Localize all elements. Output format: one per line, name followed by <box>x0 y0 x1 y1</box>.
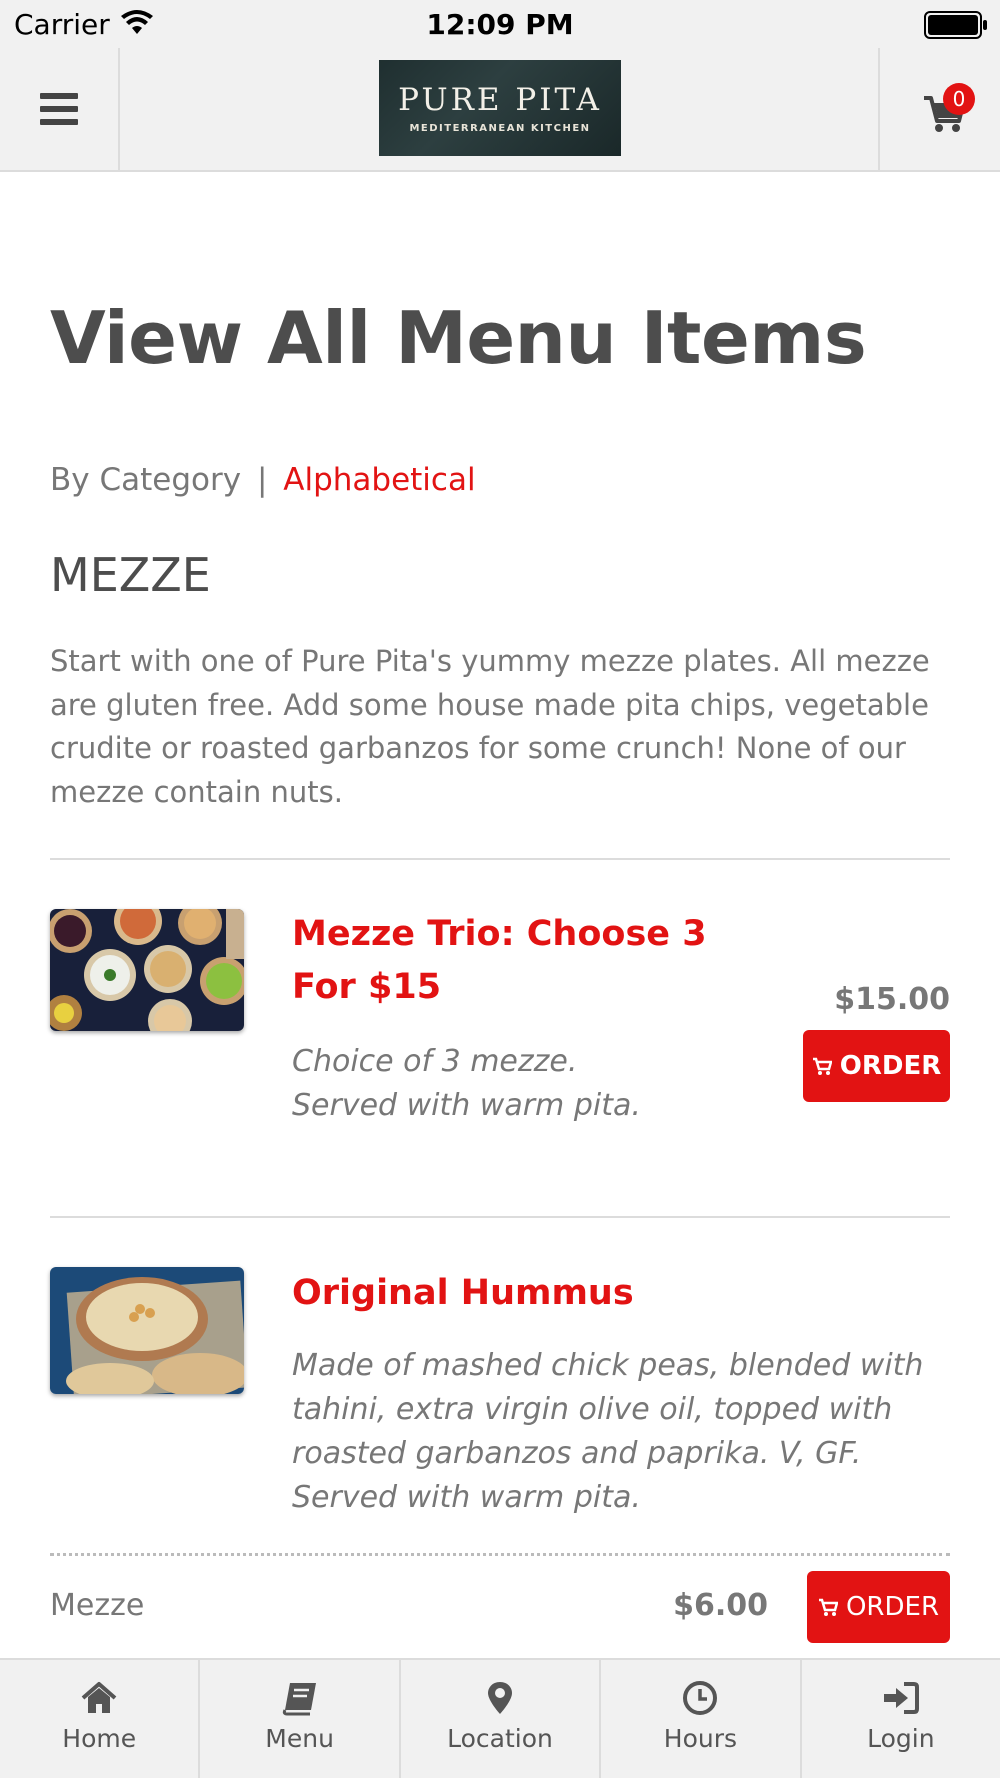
bottom-nav: Home Menu Location Hours Login <box>0 1658 1000 1778</box>
item-name[interactable]: Mezze Trio: Choose 3 For $15 <box>292 908 712 1014</box>
divider <box>50 858 950 860</box>
item-description: Choice of 3 mezze. Served with warm pita… <box>292 1044 641 1123</box>
nav-label: Home <box>62 1724 137 1753</box>
nav-home[interactable]: Home <box>0 1660 201 1778</box>
sign-in-icon <box>883 1682 919 1714</box>
cart-count-badge: 0 <box>943 83 975 115</box>
category-title: MEZZE <box>50 548 211 602</box>
item-name[interactable]: Original Hummus <box>292 1267 852 1320</box>
divider <box>50 1216 950 1218</box>
nav-label: Hours <box>663 1724 738 1753</box>
view-switch: By Category | Alphabetical <box>50 462 476 498</box>
item-price: $15.00 <box>834 982 950 1017</box>
category-description: Start with one of Pure Pita's yummy mezz… <box>50 644 930 809</box>
status-time: 12:09 PM <box>426 8 574 41</box>
logo-subtitle: MEDITERRANEAN KITCHEN <box>409 122 591 134</box>
cart-button[interactable]: 0 <box>878 48 1000 170</box>
item-category: Mezze <box>50 1588 145 1623</box>
view-separator: | <box>256 462 268 498</box>
map-pin-icon <box>488 1682 513 1714</box>
status-bar: Carrier 12:09 PM <box>0 0 1000 48</box>
hamburger-icon <box>40 93 78 125</box>
original-hummus-image[interactable] <box>50 1267 244 1394</box>
nav-label: Login <box>867 1724 935 1753</box>
pure-pita-logo[interactable]: PURE PITA MEDITERRANEAN KITCHEN <box>379 60 621 156</box>
hamburger-menu-button[interactable] <box>0 48 120 170</box>
by-category-link[interactable]: By Category <box>50 462 241 498</box>
nav-label: Menu <box>265 1724 334 1753</box>
cart-icon <box>812 1057 832 1075</box>
order-button-label: ORDER <box>839 1051 942 1081</box>
logo-title: PURE PITA <box>398 81 602 118</box>
app-header: PURE PITA MEDITERRANEAN KITCHEN 0 <box>0 48 1000 172</box>
item-price: $6.00 <box>673 1588 768 1623</box>
home-icon <box>81 1682 117 1713</box>
nav-menu[interactable]: Menu <box>200 1660 401 1778</box>
alphabetical-link[interactable]: Alphabetical <box>283 462 475 498</box>
cart-icon <box>818 1598 838 1616</box>
order-button[interactable]: ORDER <box>807 1571 950 1643</box>
book-icon <box>282 1683 316 1716</box>
battery-icon <box>924 11 987 39</box>
item-description: Made of mashed chick peas, blended with … <box>292 1348 924 1515</box>
hummus-photo <box>50 1267 244 1394</box>
nav-hours[interactable]: Hours <box>601 1660 802 1778</box>
clock-icon <box>683 1681 718 1715</box>
mezze-trio-image[interactable] <box>50 909 244 1031</box>
mezze-trio-photo <box>50 909 244 1031</box>
order-button-label: ORDER <box>845 1592 940 1622</box>
nav-login[interactable]: Login <box>802 1660 1000 1778</box>
nav-location[interactable]: Location <box>401 1660 602 1778</box>
page-title: View All Menu Items <box>50 296 867 380</box>
dotted-separator <box>50 1553 950 1556</box>
nav-label: Location <box>447 1724 553 1753</box>
order-button[interactable]: ORDER <box>803 1030 950 1102</box>
